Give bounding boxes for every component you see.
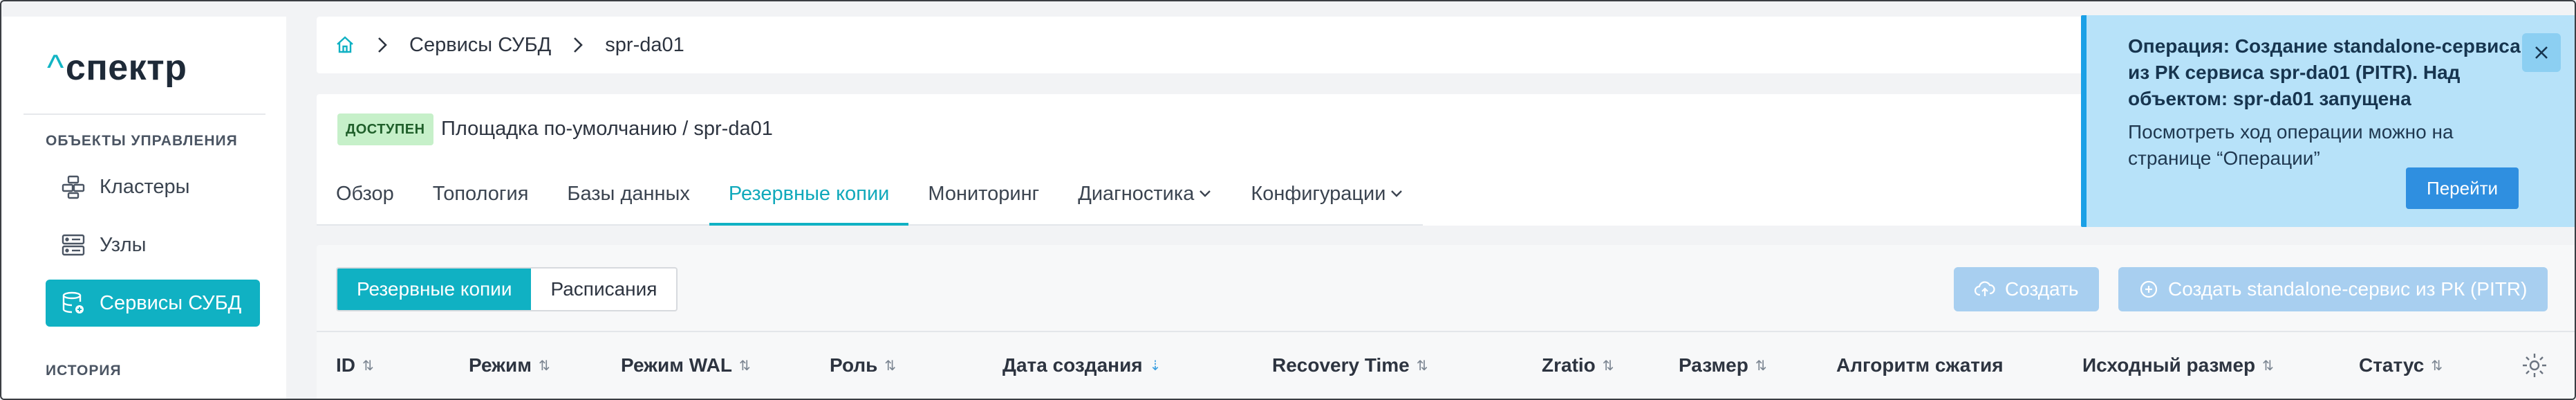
- create-standalone-button-label: Создать standalone-сервис из РК (PITR): [2168, 278, 2528, 300]
- column-label: Размер: [1679, 354, 1748, 376]
- sort-icon: ⇅: [1602, 358, 1614, 374]
- sort-icon: ⇅: [1755, 358, 1767, 374]
- status-badge: ДОСТУПЕН: [337, 113, 433, 145]
- sidebar-item-label: Сервисы СУБД: [100, 291, 242, 314]
- sort-icon: ⇅: [1416, 358, 1428, 374]
- column-label: Дата создания: [1002, 354, 1143, 376]
- column-label: Режим WAL: [621, 354, 732, 376]
- home-icon[interactable]: [335, 35, 355, 55]
- cloud-upload-icon: [1975, 280, 1995, 298]
- servers-icon: [59, 231, 87, 259]
- gear-icon[interactable]: [2521, 352, 2548, 379]
- column-header-size[interactable]: Размер ⇅: [1679, 331, 1767, 399]
- segment-backups[interactable]: Резервные копии: [337, 269, 532, 310]
- database-services-icon: [59, 289, 87, 317]
- logo-caret: ^: [47, 48, 64, 88]
- service-path: Площадка по-умолчанию / spr-da01: [441, 118, 773, 140]
- tab-label: Резервные копии: [728, 182, 890, 205]
- tab-label: Топология: [432, 182, 529, 205]
- create-button-label: Создать: [2005, 278, 2079, 300]
- view-switch: Резервные копии Расписания: [336, 267, 678, 311]
- chevron-right-icon: [572, 36, 584, 54]
- column-header-created-date[interactable]: Дата создания ⇣: [1002, 331, 1161, 399]
- sidebar: ^спектр ОБЪЕКТЫ УПРАВЛЕНИЯ Кластеры Узлы…: [3, 17, 286, 399]
- column-label: Zratio: [1542, 354, 1596, 376]
- breadcrumb-item-dbms-services[interactable]: Сервисы СУБД: [409, 34, 551, 57]
- go-to-operations-button[interactable]: Перейти: [2406, 167, 2519, 209]
- breadcrumb-item-current: spr-da01: [605, 33, 684, 56]
- column-label: Recovery Time: [1272, 354, 1410, 376]
- column-label: Режим: [469, 354, 532, 376]
- chevron-right-icon: [376, 36, 389, 54]
- column-header-compression[interactable]: Алгоритм сжатия: [1836, 331, 2004, 399]
- toast-message: Посмотреть ход операции можно на страниц…: [2128, 121, 2454, 169]
- sidebar-item-label: Узлы: [100, 233, 147, 256]
- column-header-zratio[interactable]: Zratio ⇅: [1542, 331, 1614, 399]
- sidebar-divider: [24, 113, 265, 115]
- plus-circle-icon: [2139, 280, 2158, 299]
- sort-icon: ⇅: [362, 358, 374, 374]
- column-header-original-size[interactable]: Исходный размер ⇅: [2082, 331, 2274, 399]
- chevron-down-icon: [1390, 189, 1403, 199]
- sort-icon: ⇅: [884, 358, 897, 374]
- logo[interactable]: ^спектр: [47, 47, 187, 89]
- chevron-down-icon: [1198, 189, 1212, 199]
- tab-label: Диагностика: [1078, 182, 1195, 205]
- tab-backups[interactable]: Резервные копии: [709, 163, 909, 226]
- operation-toast: Операция: Создание standalone-сервиса из…: [2081, 15, 2575, 227]
- column-header-role[interactable]: Роль ⇅: [830, 331, 897, 399]
- column-label: ID: [336, 354, 355, 376]
- sidebar-item-label: Кластеры: [100, 175, 190, 198]
- tab-label: Мониторинг: [928, 182, 1040, 205]
- tab-label: Конфигурации: [1251, 182, 1386, 205]
- column-header-id[interactable]: ID ⇅: [336, 331, 374, 399]
- create-standalone-button[interactable]: Создать standalone-сервис из РК (PITR): [2118, 267, 2548, 311]
- column-label: Алгоритм сжатия: [1836, 354, 2004, 376]
- table-header: ID ⇅ Режим ⇅ Режим WAL ⇅ Роль ⇅ Дата создани…: [317, 331, 2575, 399]
- tab-databases[interactable]: Базы данных: [548, 163, 709, 224]
- close-icon[interactable]: [2522, 33, 2561, 72]
- toast-title: Операция: Создание standalone-сервиса из…: [2128, 35, 2521, 109]
- app-window: ^спектр ОБЪЕКТЫ УПРАВЛЕНИЯ Кластеры Узлы…: [0, 0, 2576, 400]
- tab-monitoring[interactable]: Мониторинг: [908, 163, 1058, 224]
- section-title-management: ОБЪЕКТЫ УПРАВЛЕНИЯ: [46, 133, 238, 149]
- tab-diagnostics[interactable]: Диагностика: [1058, 163, 1231, 224]
- tab-topology[interactable]: Топология: [413, 163, 548, 224]
- column-header-wal-mode[interactable]: Режим WAL ⇅: [621, 331, 751, 399]
- sidebar-item-clusters[interactable]: Кластеры: [46, 163, 260, 210]
- sidebar-item-nodes[interactable]: Узлы: [46, 221, 260, 269]
- service-tabs: Обзор Топология Базы данных Резервные ко…: [317, 163, 1424, 226]
- sort-icon: ⇅: [2262, 358, 2274, 374]
- sort-icon: ⇅: [2431, 358, 2443, 374]
- column-header-recovery-time[interactable]: Recovery Time ⇅: [1272, 331, 1428, 399]
- backups-panel: Резервные копии Расписания Создать Созда…: [317, 245, 2575, 399]
- tab-label: Базы данных: [567, 182, 690, 205]
- column-label: Статус: [2359, 354, 2425, 376]
- create-button[interactable]: Создать: [1954, 267, 2100, 311]
- tab-configurations[interactable]: Конфигурации: [1231, 163, 1423, 224]
- sort-icon: ⇅: [738, 358, 751, 374]
- section-title-history: ИСТОРИЯ: [46, 363, 122, 379]
- segment-schedules[interactable]: Расписания: [531, 269, 676, 310]
- logo-text: спектр: [65, 48, 187, 88]
- sidebar-item-dbms-services[interactable]: Сервисы СУБД: [46, 280, 260, 327]
- clusters-icon: [59, 173, 87, 201]
- column-label: Исходный размер: [2082, 354, 2256, 376]
- column-header-mode[interactable]: Режим ⇅: [469, 331, 550, 399]
- sort-icon: ⇅: [538, 358, 550, 374]
- sort-descending-icon: ⇣: [1149, 358, 1161, 374]
- tab-label: Обзор: [336, 182, 394, 205]
- column-label: Роль: [830, 354, 878, 376]
- column-header-status[interactable]: Статус ⇅: [2359, 331, 2443, 399]
- tab-overview[interactable]: Обзор: [336, 163, 413, 224]
